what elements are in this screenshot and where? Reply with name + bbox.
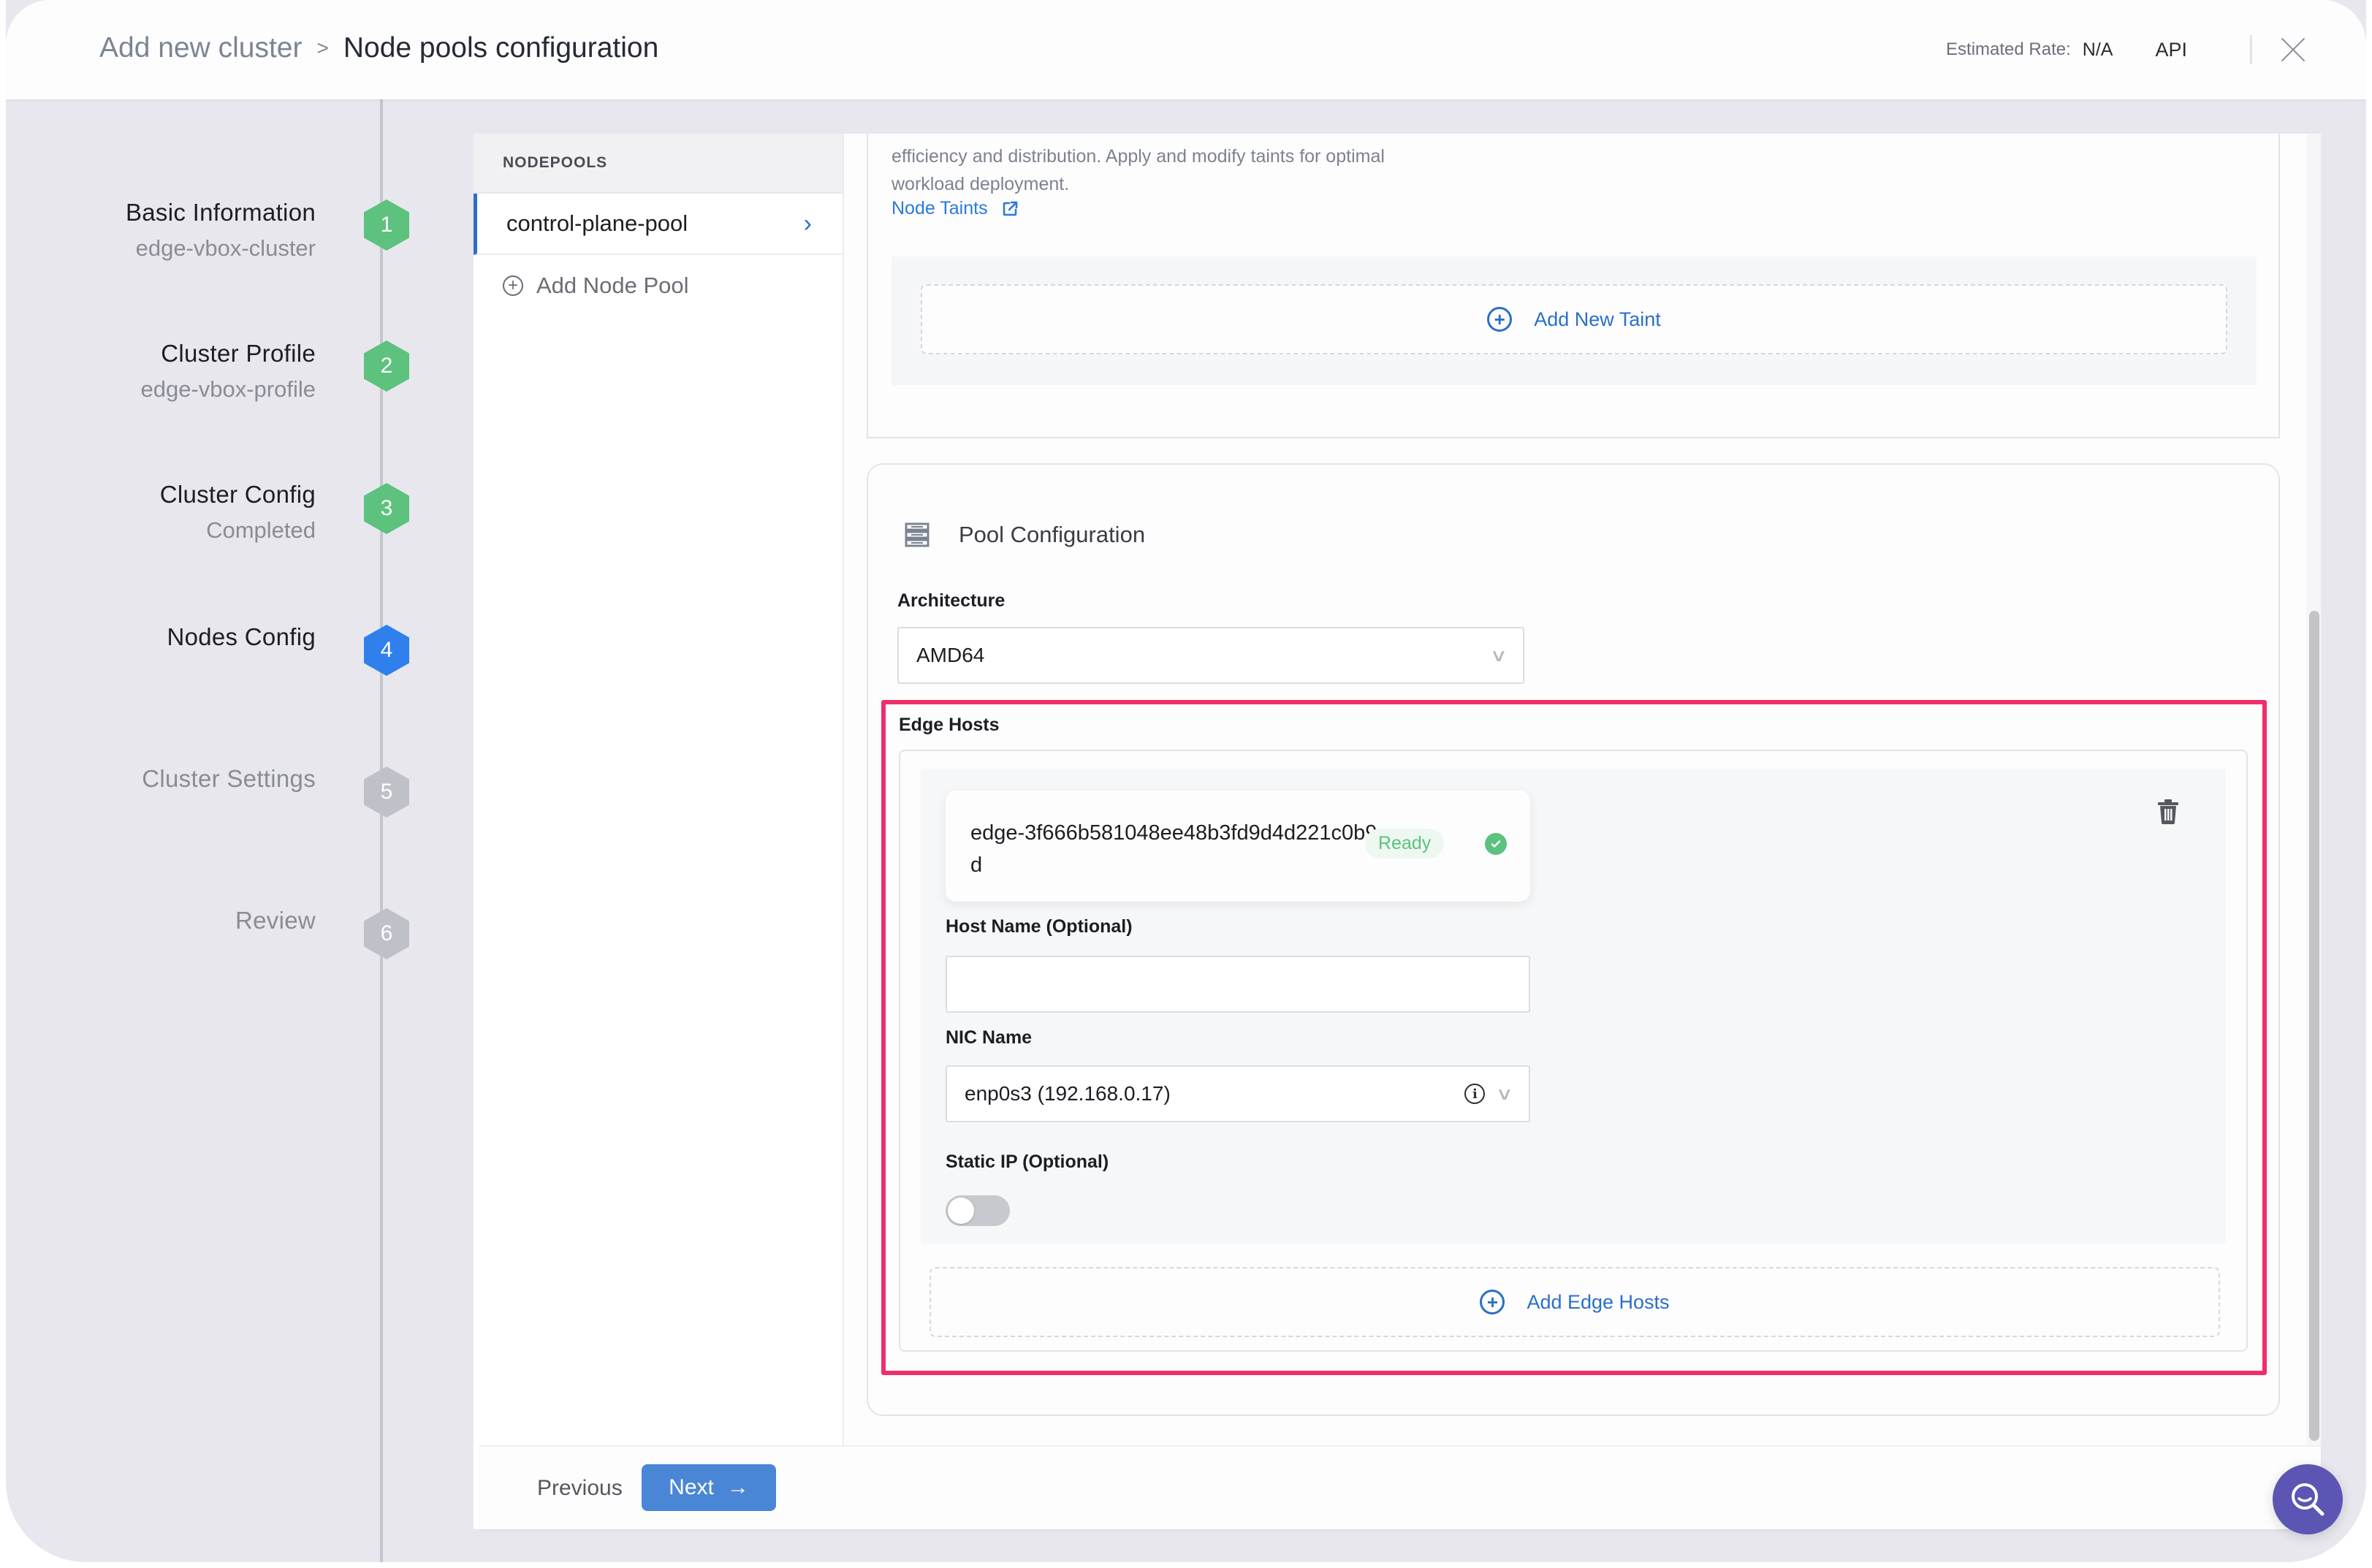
plus-circle-icon: +: [1487, 307, 1513, 332]
step-cluster-profile[interactable]: Cluster Profile edge-vbox-profile 2: [6, 340, 415, 413]
edge-host-name: edge-3f666b581048ee48b3fd9d4d221c0b9d: [970, 821, 1377, 877]
add-edge-hosts-button[interactable]: + Add Edge Hosts: [930, 1267, 2220, 1337]
taints-description-line: efficiency and distribution. Apply and m…: [892, 146, 1385, 167]
breadcrumb-separator: >: [316, 37, 329, 59]
edge-host-card: edge-3f666b581048ee48b3fd9d4d221c0b9d Re…: [946, 791, 1530, 902]
nic-name-value: enp0s3 (192.168.0.17): [965, 1082, 1171, 1105]
step-number-badge: 2: [364, 340, 409, 392]
chevron-down-icon: ∨: [1495, 1084, 1514, 1104]
step-title: Cluster Settings: [142, 765, 316, 792]
step-nodes-config[interactable]: Nodes Config 4: [6, 623, 415, 696]
breadcrumb-root[interactable]: Add new cluster: [99, 32, 302, 64]
header-actions: Estimated Rate: N/A API: [1946, 0, 2366, 99]
external-link-icon: [1003, 201, 1017, 216]
add-new-taint-button[interactable]: + Add New Taint: [921, 284, 2227, 354]
step-subtitle: edge-vbox-profile: [140, 376, 316, 402]
node-taints-link-label: Node Taints: [892, 198, 988, 218]
search-icon: [2292, 1483, 2325, 1516]
taints-container: + Add New Taint: [892, 256, 2257, 385]
add-node-pool-button[interactable]: + Add Node Pool: [474, 255, 843, 316]
status-badge: Ready: [1365, 829, 1445, 859]
step-number-badge: 5: [364, 766, 409, 818]
plus-circle-icon: +: [503, 275, 523, 296]
taints-description: efficiency and distribution. Apply and m…: [892, 142, 1385, 198]
node-taints-link[interactable]: Node Taints: [892, 198, 1019, 219]
pool-configuration-header: Pool Configuration: [905, 522, 1145, 548]
scrollbar-thumb[interactable]: [2309, 611, 2319, 1441]
architecture-label: Architecture: [897, 590, 1006, 611]
step-number-badge: 1: [364, 199, 409, 251]
help-search-button[interactable]: [2273, 1464, 2343, 1534]
app-window: Add new cluster > Node pools configurati…: [6, 0, 2366, 1562]
static-ip-toggle[interactable]: [946, 1195, 1010, 1226]
add-new-taint-label: Add New Taint: [1534, 308, 1661, 330]
estimated-rate-label: Estimated Rate:: [1946, 39, 2071, 59]
nodepools-header: NODEPOOLS: [474, 134, 843, 194]
nodepools-title: NODEPOOLS: [503, 154, 608, 171]
plus-circle-icon: +: [1480, 1290, 1505, 1314]
taints-card: efficiency and distribution. Apply and m…: [867, 134, 2280, 438]
architecture-select[interactable]: AMD64 ∨: [897, 627, 1524, 684]
static-ip-label: Static IP (Optional): [946, 1152, 1109, 1172]
info-icon[interactable]: i: [1464, 1084, 1486, 1104]
step-subtitle: Completed: [206, 517, 316, 543]
step-number-badge: 3: [364, 483, 409, 534]
step-title: Review: [235, 907, 316, 934]
step-review[interactable]: Review 6: [6, 907, 415, 980]
nodepools-panel: NODEPOOLS control-plane-pool › + Add Nod…: [474, 134, 844, 1529]
edge-hosts-label: Edge Hosts: [899, 715, 1000, 735]
edge-host-entry: edge-3f666b581048ee48b3fd9d4d221c0b9d Re…: [921, 769, 2226, 1244]
add-node-pool-label: Add Node Pool: [536, 273, 689, 298]
pool-configuration-card: Pool Configuration Architecture AMD64 ∨ …: [867, 463, 2280, 1416]
breadcrumb: Add new cluster > Node pools configurati…: [99, 32, 658, 64]
host-name-input[interactable]: [946, 956, 1530, 1013]
config-content: efficiency and distribution. Apply and m…: [844, 134, 2317, 1445]
page-title: Node pools configuration: [343, 32, 659, 64]
step-subtitle: edge-vbox-cluster: [135, 235, 316, 261]
chevron-right-icon: ›: [803, 209, 812, 237]
taints-description-line: workload deployment.: [892, 174, 1070, 194]
step-cluster-config[interactable]: Cluster Config Completed 3: [6, 481, 415, 554]
pool-configuration-title: Pool Configuration: [959, 522, 1146, 547]
edge-hosts-highlight: Edge Hosts edge-3f666b581048ee48b3fd9d4d…: [881, 700, 2267, 1375]
previous-button[interactable]: Previous: [537, 1466, 623, 1511]
check-circle-icon: [1485, 833, 1507, 855]
next-button[interactable]: Next →: [642, 1464, 776, 1511]
trash-icon[interactable]: [2157, 799, 2179, 824]
architecture-value: AMD64: [916, 644, 985, 666]
toggle-knob: [948, 1198, 974, 1224]
server-icon: [905, 522, 930, 547]
estimated-rate-value: N/A: [2082, 39, 2113, 60]
step-title: Basic Information: [125, 199, 316, 226]
nodepool-item[interactable]: control-plane-pool ›: [474, 194, 843, 255]
step-cluster-settings[interactable]: Cluster Settings 5: [6, 765, 415, 838]
step-number-badge: 4: [364, 625, 409, 676]
step-title: Cluster Profile: [161, 340, 316, 367]
nic-name-select[interactable]: enp0s3 (192.168.0.17) i ∨: [946, 1065, 1530, 1122]
close-icon[interactable]: [2278, 35, 2308, 64]
next-button-label: Next: [669, 1475, 714, 1499]
edge-hosts-container: edge-3f666b581048ee48b3fd9d4d221c0b9d Re…: [899, 750, 2248, 1352]
add-edge-hosts-label: Add Edge Hosts: [1527, 1290, 1670, 1313]
arrow-right-icon: →: [726, 1475, 749, 1499]
step-basic-information[interactable]: Basic Information edge-vbox-cluster 1: [6, 199, 415, 272]
step-title: Nodes Config: [167, 623, 316, 650]
header-divider: [2250, 35, 2252, 64]
step-title: Cluster Config: [159, 481, 316, 508]
step-number-badge: 6: [364, 908, 409, 959]
wizard-footer: Previous Next →: [479, 1445, 2321, 1529]
nodepool-name: control-plane-pool: [506, 210, 688, 236]
host-name-label: Host Name (Optional): [946, 916, 1133, 937]
page-header: Add new cluster > Node pools configurati…: [6, 0, 2366, 99]
nic-name-label: NIC Name: [946, 1027, 1033, 1048]
chevron-down-icon: ∨: [1489, 645, 1508, 666]
api-button[interactable]: API: [2155, 39, 2187, 61]
